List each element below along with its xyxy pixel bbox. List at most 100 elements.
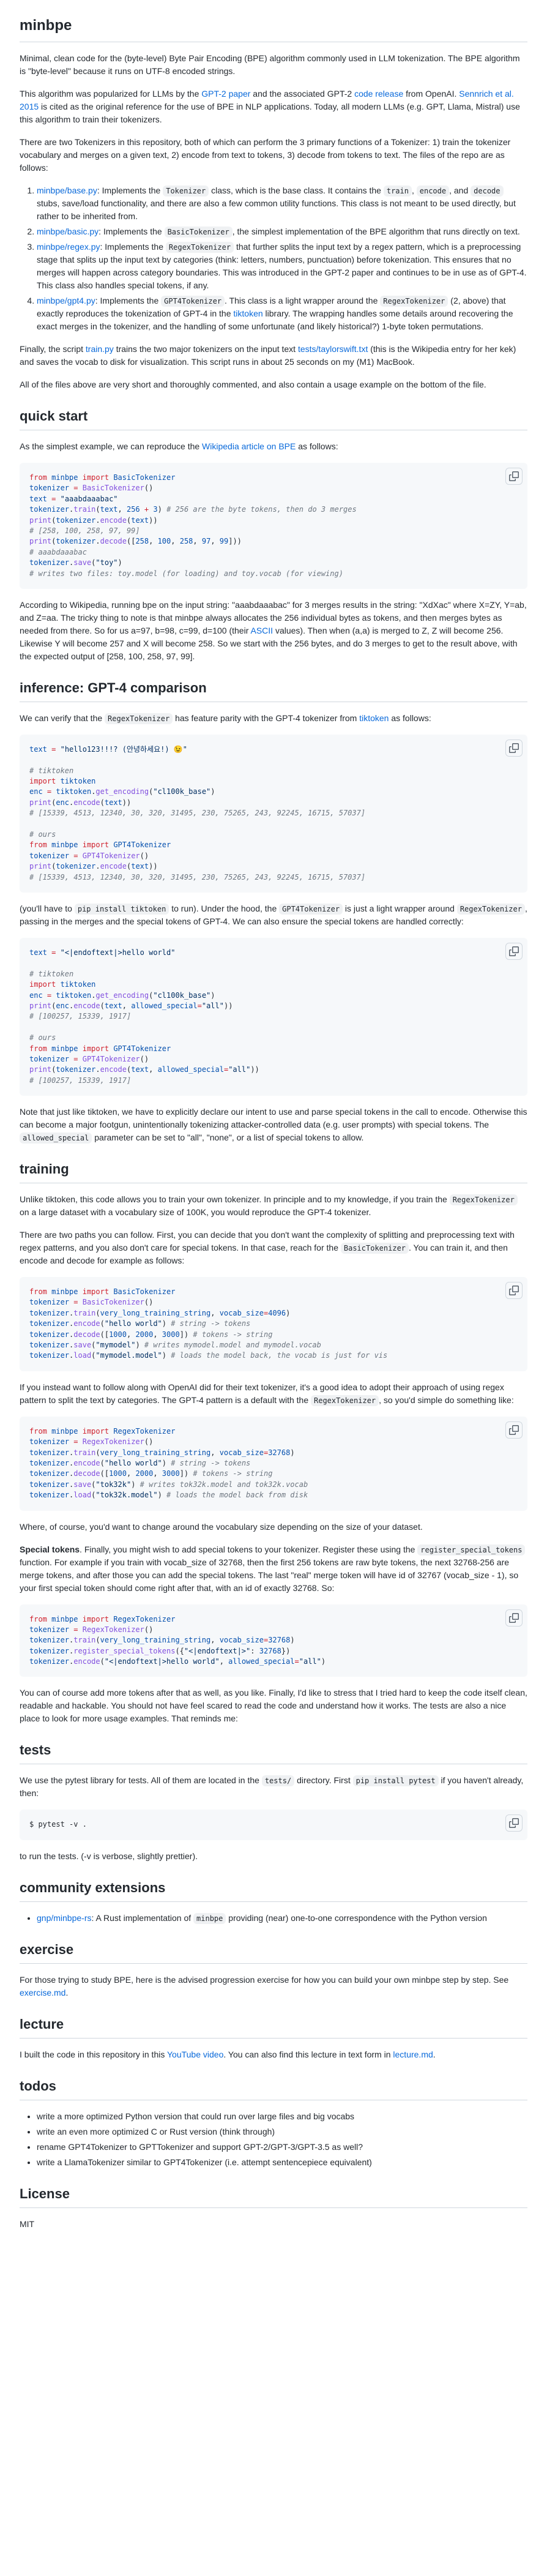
code-inline: decode: [471, 185, 503, 197]
code-content: from minbpe import BasicTokenizer tokeni…: [29, 1287, 518, 1361]
wiki-bpe-link[interactable]: Wikipedia article on BPE: [202, 441, 296, 451]
copy-icon: [509, 1286, 519, 1295]
code-inline: train: [384, 185, 412, 197]
paragraph: I built the code in this repository in t…: [20, 2048, 527, 2061]
list-item: gnp/minbpe-rs: A Rust implementation of …: [37, 1912, 527, 1925]
code-content: text = "<|endoftext|>hello world" # tikt…: [29, 948, 518, 1086]
copy-button[interactable]: [505, 943, 523, 960]
code-block-quickstart: from minbpe import BasicTokenizer tokeni…: [20, 463, 527, 589]
minbpe-rs-link[interactable]: gnp/minbpe-rs: [37, 1913, 92, 1923]
code-inline: tests/: [262, 1775, 294, 1786]
paragraph: We can verify that the RegexTokenizer ha…: [20, 712, 527, 725]
code-inline: allowed_special: [20, 1133, 92, 1144]
taylorswift-link[interactable]: tests/taylorswift.txt: [298, 344, 368, 354]
code-release-link[interactable]: code release: [354, 89, 403, 99]
code-content: from minbpe import RegexTokenizer tokeni…: [29, 1426, 518, 1501]
copy-button[interactable]: [505, 1814, 523, 1832]
base-py-link[interactable]: minbpe/base.py: [37, 185, 97, 195]
list-item: minbpe/basic.py: Implements the BasicTok…: [37, 225, 527, 238]
tiktoken-link-2[interactable]: tiktoken: [359, 713, 389, 723]
training-heading: training: [20, 1159, 527, 1183]
file-list: minbpe/base.py: Implements the Tokenizer…: [20, 184, 527, 333]
gpt2-paper-link[interactable]: GPT-2 paper: [201, 89, 250, 99]
copy-button[interactable]: [505, 739, 523, 757]
paragraph: Special tokens. Finally, you might wish …: [20, 1543, 527, 1595]
code-content: text = "hello123!!!? (안녕하세요!) 😉" # tikto…: [29, 744, 518, 883]
code-inline: encode: [417, 185, 449, 197]
paragraph: There are two paths you can follow. Firs…: [20, 1229, 527, 1267]
code-inline: RegexTokenizer: [311, 1395, 379, 1406]
code-inline: GPT4Tokenizer: [161, 296, 225, 307]
exercise-heading: exercise: [20, 1939, 527, 1964]
paragraph: Note that just like tiktoken, we have to…: [20, 1106, 527, 1144]
code-block-special-tokens: from minbpe import RegexTokenizer tokeni…: [20, 1604, 527, 1677]
paragraph: All of the files above are very short an…: [20, 378, 527, 391]
lecture-heading: lecture: [20, 2014, 527, 2039]
todos-list: write a more optimized Python version th…: [20, 2110, 527, 2169]
code-inline: BasicTokenizer: [341, 1243, 409, 1254]
list-item: minbpe/gpt4.py: Implements the GPT4Token…: [37, 294, 527, 333]
intro-paragraph: Minimal, clean code for the (byte-level)…: [20, 52, 527, 78]
community-list: gnp/minbpe-rs: A Rust implementation of …: [20, 1912, 527, 1925]
lecture-md-link[interactable]: lecture.md: [393, 2050, 433, 2059]
copy-icon: [509, 946, 519, 956]
youtube-link[interactable]: YouTube video: [167, 2050, 223, 2059]
paragraph: Unlike tiktoken, this code allows you to…: [20, 1193, 527, 1219]
list-item: write an even more optimized C or Rust v…: [37, 2125, 527, 2138]
code-content: from minbpe import RegexTokenizer tokeni…: [29, 1614, 518, 1668]
code-inline: pip install pytest: [353, 1775, 439, 1786]
code-content: $ pytest -v .: [29, 1819, 518, 1830]
copy-button[interactable]: [505, 1609, 523, 1627]
paragraph: Finally, the script train.py trains the …: [20, 343, 527, 369]
code-block-basic-train: from minbpe import BasicTokenizer tokeni…: [20, 1277, 527, 1371]
ascii-link[interactable]: ASCII: [250, 626, 273, 635]
code-inline: RegexTokenizer: [166, 242, 234, 253]
list-item: write a LlamaTokenizer similar to GPT4To…: [37, 2156, 527, 2169]
copy-icon: [509, 471, 519, 481]
exercise-md-link[interactable]: exercise.md: [20, 1988, 65, 1998]
basic-py-link[interactable]: minbpe/basic.py: [37, 227, 99, 236]
license-text: MIT: [20, 2218, 527, 2231]
tests-heading: tests: [20, 1740, 527, 1764]
copy-button[interactable]: [505, 1421, 523, 1439]
list-item: minbpe/base.py: Implements the Tokenizer…: [37, 184, 527, 223]
copy-icon: [509, 743, 519, 753]
paragraph: to run the tests. (-v is verbose, slight…: [20, 1850, 527, 1863]
code-inline: pip install tiktoken: [75, 904, 169, 915]
intro-paragraph-2: This algorithm was popularized for LLMs …: [20, 88, 527, 126]
list-item: minbpe/regex.py: Implements the RegexTok…: [37, 241, 527, 292]
code-content: from minbpe import BasicTokenizer tokeni…: [29, 473, 518, 579]
quickstart-heading: quick start: [20, 406, 527, 430]
gpt4-py-link[interactable]: minbpe/gpt4.py: [37, 296, 95, 305]
code-inline: register_special_tokens: [417, 1544, 525, 1556]
code-inline: minbpe: [193, 1913, 226, 1924]
train-py-link[interactable]: train.py: [86, 344, 114, 354]
code-inline: RegexTokenizer: [450, 1194, 518, 1205]
copy-button[interactable]: [505, 468, 523, 485]
code-block-pytest: $ pytest -v .: [20, 1810, 527, 1840]
code-inline: RegexTokenizer: [457, 904, 525, 915]
paragraph: (you'll have to pip install tiktoken to …: [20, 902, 527, 928]
copy-icon: [509, 1818, 519, 1828]
page-title: minbpe: [20, 15, 527, 42]
paragraph: For those trying to study BPE, here is t…: [20, 1974, 527, 1999]
paragraph: If you instead want to follow along with…: [20, 1381, 527, 1407]
regex-py-link[interactable]: minbpe/regex.py: [37, 242, 100, 252]
paragraph: Where, of course, you'd want to change a…: [20, 1521, 527, 1533]
copy-icon: [509, 1425, 519, 1435]
copy-button[interactable]: [505, 1282, 523, 1299]
paragraph: You can of course add more tokens after …: [20, 1687, 527, 1725]
code-inline: RegexTokenizer: [105, 713, 173, 724]
paragraph: According to Wikipedia, running bpe on t…: [20, 599, 527, 663]
code-block-inference: text = "hello123!!!? (안녕하세요!) 😉" # tikto…: [20, 735, 527, 893]
code-block-special: text = "<|endoftext|>hello world" # tikt…: [20, 938, 527, 1096]
paragraph: As the simplest example, we can reproduc…: [20, 440, 527, 453]
list-item: rename GPT4Tokenizer to GPTTokenizer and…: [37, 2141, 527, 2154]
tiktoken-link[interactable]: tiktoken: [233, 309, 262, 318]
code-inline: RegexTokenizer: [380, 296, 448, 307]
license-heading: License: [20, 2184, 527, 2208]
copy-icon: [509, 1613, 519, 1623]
list-item: write a more optimized Python version th…: [37, 2110, 527, 2123]
code-block-regex-train: from minbpe import RegexTokenizer tokeni…: [20, 1417, 527, 1511]
paragraph: We use the pytest library for tests. All…: [20, 1774, 527, 1800]
